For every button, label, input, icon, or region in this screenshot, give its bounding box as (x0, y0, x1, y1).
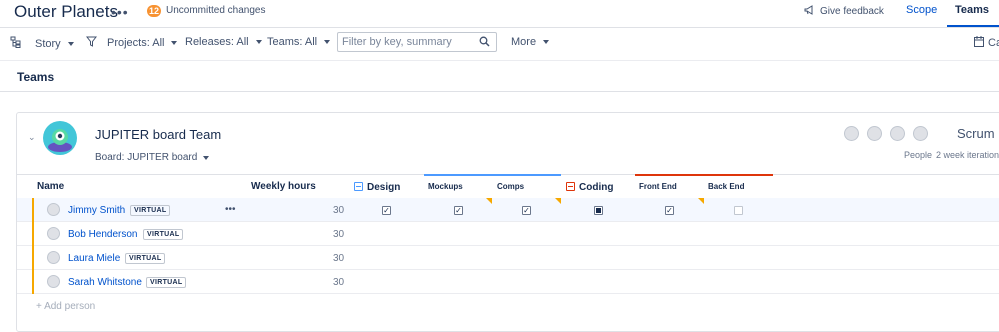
toolbar-divider (0, 60, 999, 61)
column-header-name: Name (37, 181, 65, 192)
member-name[interactable]: Jimmy Smith (68, 205, 125, 216)
megaphone-icon (804, 5, 815, 18)
calendar-icon (974, 36, 984, 50)
changed-marker (698, 198, 704, 204)
design-group-line (424, 174, 561, 176)
virtual-badge: VIRTUAL (143, 229, 184, 240)
projects-filter-label: Projects: All (107, 37, 165, 49)
releases-filter-label: Releases: All (185, 36, 249, 48)
section-title: Teams (17, 70, 55, 84)
virtual-member-marker (32, 222, 34, 246)
member-name[interactable]: Laura Miele (68, 253, 120, 264)
skill-group-coding[interactable]: Coding (566, 181, 613, 193)
weekly-hours-value[interactable]: 30 (333, 253, 344, 264)
team-name[interactable]: JUPITER board Team (95, 127, 221, 142)
page-title: Outer Planets (14, 2, 118, 21)
avatar (47, 203, 60, 216)
team-avatar (43, 121, 77, 155)
chevron-down-icon (324, 40, 331, 44)
skill-header-back-end: Back End (708, 182, 745, 191)
changed-marker (486, 198, 492, 204)
virtual-member-marker (32, 198, 34, 222)
skill-group-label: Coding (579, 182, 614, 193)
row-more-menu[interactable]: ••• (225, 204, 236, 215)
avatar (47, 251, 60, 264)
skill-group-label: Design (367, 182, 401, 193)
teams-filter[interactable]: Teams: All (267, 36, 331, 48)
collapse-group-icon (566, 182, 575, 191)
give-feedback-button[interactable]: Give feedback (804, 5, 884, 18)
virtual-badge: VIRTUAL (130, 205, 171, 216)
header-divider (0, 27, 999, 28)
projects-filter[interactable]: Projects: All (85, 36, 178, 50)
plan-more-menu[interactable]: ••• (111, 4, 129, 20)
chevron-down-icon (171, 41, 178, 45)
more-dropdown[interactable]: More (511, 36, 550, 48)
skill-header-mockups: Mockups (428, 182, 463, 191)
collapse-chevron-icon[interactable]: ⌄ (28, 132, 36, 143)
uncommitted-count-badge[interactable]: 12 (147, 5, 161, 17)
people-label: People (904, 150, 933, 160)
skill-header-comps: Comps (497, 182, 525, 191)
releases-filter[interactable]: Releases: All (185, 36, 262, 48)
member-name[interactable]: Sarah Whitstone (68, 277, 142, 288)
uncommitted-changes-link[interactable]: Uncommitted changes (166, 5, 266, 16)
virtual-badge: VIRTUAL (125, 253, 166, 264)
avatar (844, 126, 859, 141)
member-name[interactable]: Bob Henderson (68, 229, 138, 240)
team-board-label: Board: JUPITER board (95, 152, 198, 163)
virtual-member-marker (32, 270, 34, 294)
hierarchy-dropdown[interactable]: Story (10, 36, 74, 51)
tab-scope[interactable]: Scope (906, 4, 937, 16)
virtual-member-marker (32, 246, 34, 270)
calendar-label: Ca (988, 37, 999, 49)
skill-checkbox-comps[interactable]: ✓ (522, 206, 531, 215)
skill-checkbox-design[interactable]: ✓ (382, 206, 391, 215)
changed-marker (555, 198, 561, 204)
hierarchy-icon (10, 36, 21, 51)
search-input[interactable] (338, 33, 468, 51)
team-method[interactable]: Scrum (957, 126, 995, 141)
skill-checkbox-front-end[interactable]: ✓ (665, 206, 674, 215)
virtual-badge: VIRTUAL (146, 277, 187, 288)
avatar (913, 126, 928, 141)
weekly-hours-value[interactable]: 30 (333, 229, 344, 240)
skill-group-design[interactable]: Design (354, 181, 400, 193)
collapse-group-icon (354, 182, 363, 191)
calendar-button[interactable]: Ca (974, 36, 999, 50)
hierarchy-label: Story (35, 37, 61, 50)
coding-group-line (635, 174, 773, 176)
chevron-down-icon (543, 40, 550, 44)
avatar (47, 275, 60, 288)
section-divider (0, 91, 999, 92)
skill-checkbox-back-end[interactable] (734, 206, 743, 215)
avatar (890, 126, 905, 141)
team-board-dropdown[interactable]: Board: JUPITER board (95, 152, 210, 163)
add-person-button[interactable]: + Add person (36, 301, 95, 312)
skill-header-front-end: Front End (639, 182, 677, 191)
column-header-hours: Weekly hours (251, 181, 316, 192)
skill-checkbox-mockups[interactable]: ✓ (454, 206, 463, 215)
iteration-length: 2 week iteration le (936, 150, 999, 160)
teams-filter-label: Teams: All (267, 36, 318, 48)
chevron-down-icon (67, 41, 74, 46)
more-label: More (511, 36, 537, 48)
give-feedback-label: Give feedback (820, 6, 884, 17)
chevron-down-icon (203, 155, 210, 160)
chevron-down-icon (255, 40, 262, 44)
tab-teams[interactable]: Teams (955, 4, 989, 16)
filter-icon (85, 36, 98, 50)
avatar (47, 227, 60, 240)
avatar (867, 126, 882, 141)
search-icon[interactable] (479, 36, 490, 50)
filter-search-box[interactable] (337, 32, 497, 52)
weekly-hours-value[interactable]: 30 (333, 277, 344, 288)
skill-checkbox-coding-partial[interactable] (594, 206, 603, 215)
weekly-hours-value[interactable]: 30 (333, 205, 344, 216)
